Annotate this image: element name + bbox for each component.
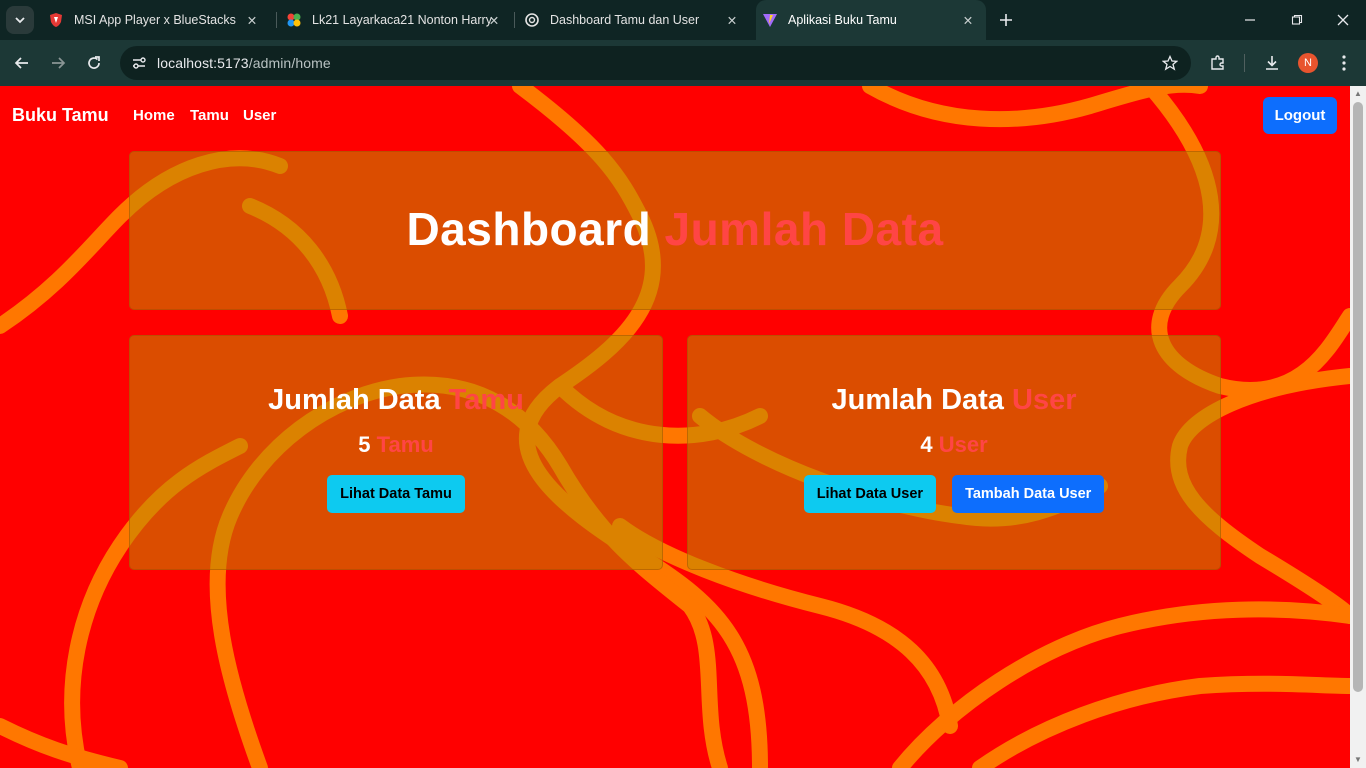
reload-button[interactable] — [83, 52, 105, 74]
scrollbar-thumb[interactable] — [1353, 102, 1363, 692]
tab-title: Aplikasi Buku Tamu — [788, 13, 897, 27]
top-navbar: Buku Tamu Home Tamu User Logout — [0, 86, 1350, 144]
page-title-accent: Jumlah Data — [664, 203, 944, 255]
close-window-button[interactable] — [1333, 10, 1353, 30]
lihat-data-user-button[interactable]: Lihat Data User — [803, 475, 937, 513]
new-tab-button[interactable] — [996, 10, 1016, 30]
count-value: 4 — [920, 432, 933, 457]
brand-logo-text[interactable]: Buku Tamu — [12, 105, 109, 126]
card-title: Jumlah Data User — [688, 384, 1220, 417]
card-title-main: Jumlah Data — [831, 384, 1004, 416]
msi-icon — [48, 12, 64, 28]
lk21-icon — [286, 12, 302, 28]
tab-title: Lk21 Layarkaca21 Nonton Harry — [312, 13, 492, 27]
address-bar[interactable]: localhost:5173/admin/home — [120, 46, 1191, 80]
more-vert-icon — [1342, 55, 1346, 71]
forward-button[interactable] — [47, 52, 69, 74]
downloads-button[interactable] — [1261, 52, 1283, 74]
url-path: /admin/home — [248, 55, 331, 71]
close-icon[interactable]: ✕ — [244, 12, 260, 28]
close-icon — [1337, 14, 1349, 26]
count-value: 5 — [358, 432, 371, 457]
user-count: 4 User — [688, 432, 1220, 458]
nav-link-user[interactable]: User — [243, 107, 276, 124]
browser-tab-bar: MSI App Player x BlueStacks ✕ Lk21 Layar… — [0, 0, 1366, 40]
card-title-accent: Tamu — [448, 384, 524, 416]
tab-msi-app-player[interactable]: MSI App Player x BlueStacks ✕ — [48, 0, 270, 40]
url-text: localhost:5173/admin/home — [157, 55, 331, 71]
reload-icon — [88, 56, 100, 69]
nav-link-home[interactable]: Home — [133, 107, 175, 124]
restore-icon — [1291, 14, 1303, 25]
plus-icon — [1000, 14, 1012, 26]
scroll-up-arrow-icon[interactable]: ▲ — [1354, 90, 1362, 98]
tab-divider — [514, 12, 515, 28]
tab-aplikasi-buku-tamu[interactable]: Aplikasi Buku Tamu ✕ — [756, 0, 986, 40]
arrow-left-icon — [14, 57, 28, 69]
minimize-button[interactable] — [1240, 10, 1260, 30]
page-title-main: Dashboard — [406, 203, 652, 255]
close-icon[interactable]: ✕ — [486, 12, 502, 28]
lihat-data-tamu-button[interactable]: Lihat Data Tamu — [327, 475, 465, 513]
tambah-data-user-button[interactable]: Tambah Data User — [952, 475, 1105, 513]
minimize-icon — [1245, 19, 1255, 21]
profile-avatar[interactable]: N — [1298, 53, 1318, 73]
back-button[interactable] — [11, 52, 33, 74]
download-icon — [1266, 56, 1278, 70]
tab-title: MSI App Player x BlueStacks — [74, 13, 236, 27]
browser-toolbar: localhost:5173/admin/home N — [0, 40, 1366, 86]
card-title-accent: User — [1012, 384, 1077, 416]
tab-search-button[interactable] — [6, 6, 34, 34]
chevron-down-icon — [15, 17, 25, 24]
close-icon[interactable]: ✕ — [960, 12, 976, 28]
button-row: Lihat Data Tamu — [130, 475, 662, 513]
page-title: Dashboard Jumlah Data — [130, 202, 1220, 256]
tab-dashboard-tamu[interactable]: Dashboard Tamu dan User ✕ — [524, 0, 750, 40]
url-host: localhost:5173 — [157, 55, 249, 71]
bookmark-star-icon[interactable] — [1161, 54, 1179, 72]
toolbar-divider — [1244, 54, 1245, 72]
page-scrollbar[interactable]: ▲ ▼ — [1350, 86, 1366, 768]
count-unit: User — [938, 432, 988, 457]
tab-divider — [276, 12, 277, 28]
puzzle-icon — [1211, 55, 1224, 70]
site-info-icon[interactable] — [130, 54, 148, 72]
nav-link-tamu[interactable]: Tamu — [190, 107, 229, 124]
count-unit: Tamu — [376, 432, 434, 457]
vite-icon — [762, 12, 778, 28]
tamu-count-card: Jumlah Data Tamu 5 Tamu Lihat Data Tamu — [129, 335, 663, 570]
browser-menu-button[interactable] — [1333, 52, 1355, 74]
extensions-button[interactable] — [1207, 52, 1229, 74]
card-title: Jumlah Data Tamu — [130, 384, 662, 417]
arrow-right-icon — [52, 57, 66, 69]
tab-title: Dashboard Tamu dan User — [550, 13, 700, 27]
logout-button[interactable]: Logout — [1263, 97, 1337, 134]
user-count-card: Jumlah Data User 4 User Lihat Data User … — [687, 335, 1221, 570]
page-viewport: Buku Tamu Home Tamu User Logout Dashboar… — [0, 86, 1350, 768]
scroll-down-arrow-icon[interactable]: ▼ — [1354, 756, 1362, 764]
tab-lk21[interactable]: Lk21 Layarkaca21 Nonton Harry ✕ — [286, 0, 512, 40]
button-row: Lihat Data User Tambah Data User — [688, 475, 1220, 513]
dashboard-header-card: Dashboard Jumlah Data — [129, 151, 1221, 310]
restore-button[interactable] — [1287, 10, 1307, 30]
tamu-count: 5 Tamu — [130, 432, 662, 458]
close-icon[interactable]: ✕ — [724, 12, 740, 28]
openai-icon — [524, 12, 540, 28]
card-title-main: Jumlah Data — [268, 384, 441, 416]
